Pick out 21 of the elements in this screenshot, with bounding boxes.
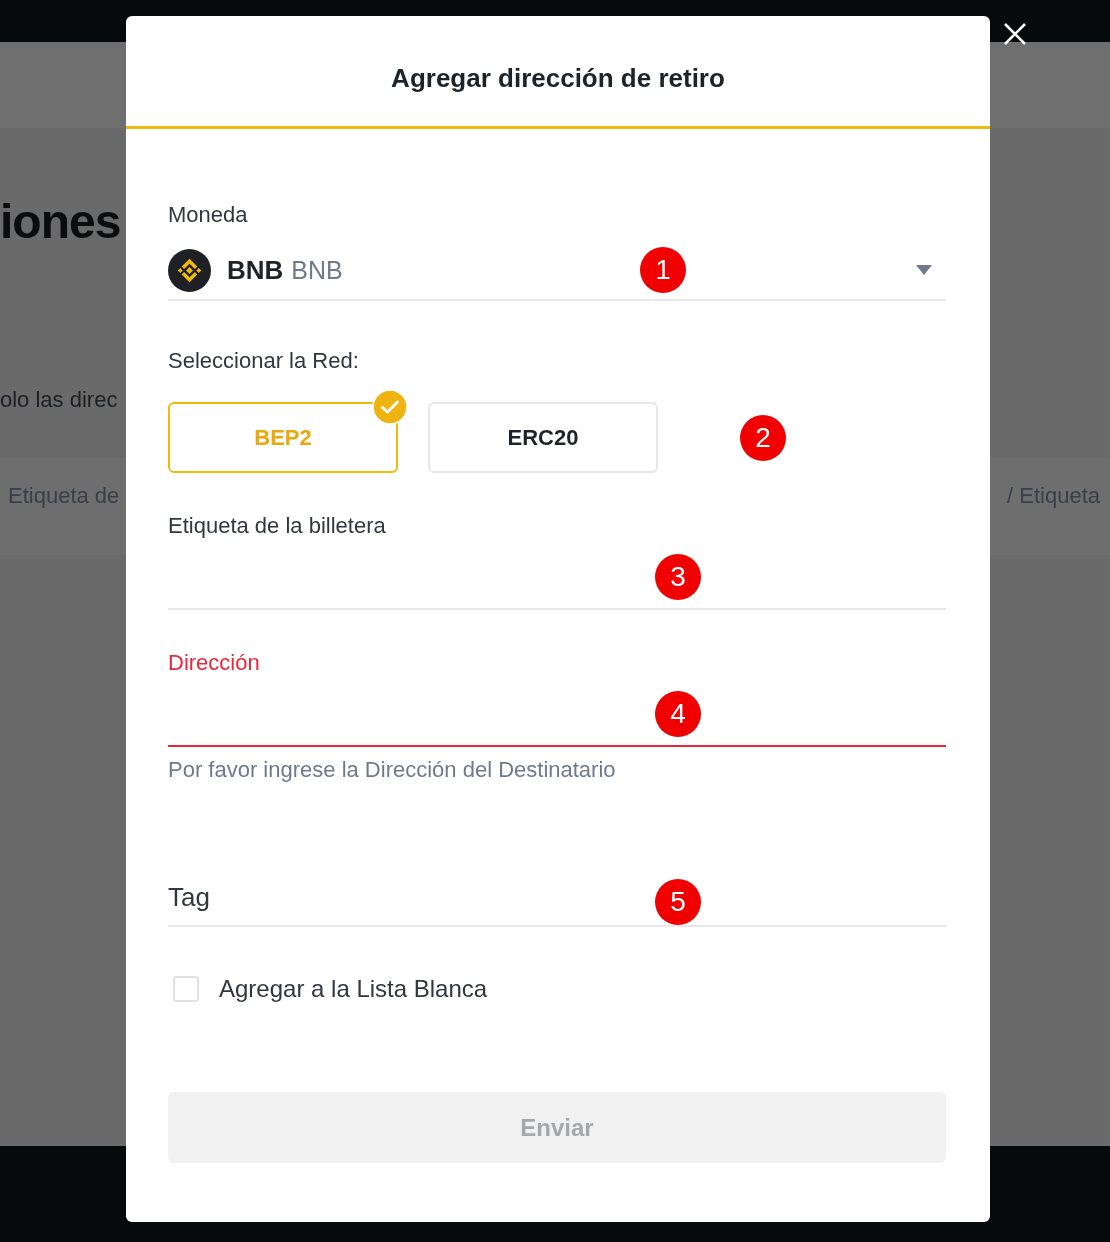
page-text: olo las direc [0,387,118,413]
close-icon [1003,22,1027,46]
field-label: Seleccionar la Red: [168,347,359,375]
close-button[interactable] [1003,22,1027,46]
dialog-title: Agregar dirección de retiro [391,62,725,94]
field-label: Dirección [168,649,260,677]
caret-icon [916,265,932,275]
checkbox-label: Agregar a la Lista Blanca [219,975,488,1003]
step-marker: 3 [655,554,701,600]
step-marker: 5 [655,879,701,925]
check-icon [372,389,408,425]
error-message: Por favor ingrese la Dirección del Destinatario [168,756,616,784]
coin-icon [168,248,211,292]
step-marker: 4 [655,691,701,737]
field-label: Etiqueta de la billetera [168,512,386,540]
network-option[interactable]: ERC20 [428,402,658,473]
field-label: Moneda [168,201,248,229]
page-heading: iones [0,194,121,250]
checkbox[interactable] [173,976,199,1002]
step-marker: 1 [640,247,686,293]
step-marker: 2 [740,414,786,461]
